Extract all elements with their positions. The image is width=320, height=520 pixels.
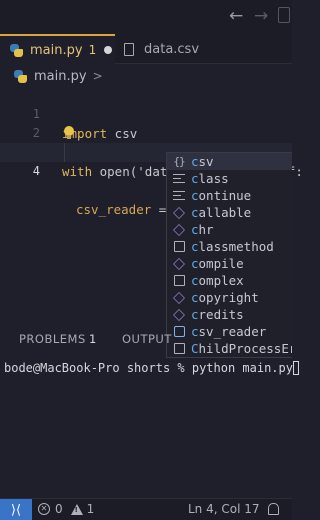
suggestion-item[interactable]: compile	[167, 255, 292, 272]
suggestion-label: hr	[198, 222, 214, 237]
suggestion-match: c	[191, 222, 199, 237]
panel-tab-bar: PROBLEMS 1 OUTPUT	[0, 322, 292, 356]
status-problems[interactable]: ✕ 0 1	[38, 502, 94, 516]
suggestion-item[interactable]: complex	[167, 272, 292, 289]
suggestion-match: c	[191, 188, 199, 203]
suggestion-item[interactable]: credits	[167, 306, 292, 323]
function-cube-icon	[172, 257, 186, 271]
suggestion-item[interactable]: class	[167, 170, 292, 187]
suggestion-match: c	[191, 256, 199, 271]
error-count: 0	[55, 502, 63, 516]
terminal-prompt: bode@MacBook-Pro shorts % python main.py	[4, 361, 293, 375]
lightbulb-icon[interactable]	[64, 126, 74, 139]
tab-data-csv[interactable]: data.csv	[120, 34, 199, 64]
warning-icon	[70, 503, 83, 515]
module-braces-icon: {}	[173, 155, 185, 168]
suggestion-label: allable	[198, 205, 252, 220]
warning-count: 1	[86, 502, 95, 516]
unsaved-dot-icon[interactable]	[104, 46, 113, 54]
suggestion-label: ompile	[198, 256, 244, 271]
tab-main-py[interactable]: main.py 1	[0, 34, 115, 64]
line-number: 4	[32, 164, 40, 178]
editor-tab-bar: main.py 1 data.csv	[0, 34, 292, 64]
suggestion-item[interactable]: {} csv	[167, 153, 292, 170]
suggestion-item[interactable]: continue	[167, 187, 292, 204]
class-icon	[172, 240, 186, 254]
csv-file-icon	[124, 42, 134, 56]
suggestion-match: c	[191, 205, 199, 220]
code-keyword: with	[62, 164, 93, 179]
layout-icon[interactable]	[278, 7, 290, 23]
suggestion-match: c	[191, 307, 199, 322]
code-line: 1 import csv	[0, 86, 292, 141]
suggestion-match: c	[191, 154, 199, 169]
tab-problems[interactable]: PROBLEMS	[19, 332, 86, 346]
suggestion-label: omplex	[198, 273, 244, 288]
remote-icon[interactable]: ⟩⟨	[0, 499, 32, 520]
title-bar: ← →	[0, 0, 292, 34]
chevron-right-icon: >	[92, 69, 103, 83]
terminal[interactable]: bode@MacBook-Pro shorts % python main.py	[0, 358, 299, 378]
suggestion-label: lassmethod	[198, 239, 274, 254]
problems-count-badge: 1	[89, 332, 97, 346]
keyword-icon	[172, 172, 186, 186]
status-bar: ⟩⟨ ✕ 0 1 Ln 4, Col 17	[0, 498, 292, 520]
suggestion-match: c	[191, 171, 199, 186]
suggestion-item[interactable]: callable	[167, 204, 292, 221]
suggestion-label: sv	[198, 154, 214, 169]
suggestion-item[interactable]: classmethod	[167, 238, 292, 255]
suggestion-label: ontinue	[198, 188, 252, 203]
breadcrumb-file[interactable]: main.py	[34, 69, 87, 84]
python-file-icon	[10, 43, 23, 57]
class-icon	[172, 274, 186, 288]
forward-arrow-icon[interactable]: →	[254, 6, 268, 26]
suggestion-match: c	[191, 290, 199, 305]
suggestion-label: lass	[198, 171, 229, 186]
terminal-cursor	[292, 361, 299, 375]
indent-guide	[64, 143, 65, 162]
breadcrumb: main.py >	[0, 66, 292, 86]
function-cube-icon	[172, 291, 186, 305]
code-line: 3 with open('data.csv', 'r') as f:	[0, 124, 303, 179]
keyword-icon	[172, 189, 186, 203]
suggestion-label: redits	[198, 307, 244, 322]
bell-icon[interactable]	[268, 503, 279, 515]
function-cube-icon	[172, 206, 186, 220]
suggestion-match: c	[191, 273, 199, 288]
function-cube-icon	[172, 223, 186, 237]
suggestion-label: opyright	[198, 290, 259, 305]
cursor-position[interactable]: Ln 4, Col 17	[188, 502, 260, 516]
suggestion-match: c	[191, 239, 199, 254]
suggestion-item[interactable]: chr	[167, 221, 292, 238]
function-cube-icon	[172, 308, 186, 322]
tab-output[interactable]: OUTPUT	[122, 332, 172, 346]
tab-label: main.py	[30, 42, 83, 58]
error-icon: ✕	[38, 503, 50, 515]
code-variable: csv_reader	[76, 202, 152, 217]
suggestion-item[interactable]: copyright	[167, 289, 292, 306]
tab-label: data.csv	[144, 41, 200, 57]
tab-problem-count: 1	[88, 43, 97, 57]
back-arrow-icon[interactable]: ←	[229, 6, 243, 26]
code-line: 2	[0, 105, 292, 140]
python-file-icon	[14, 69, 27, 83]
